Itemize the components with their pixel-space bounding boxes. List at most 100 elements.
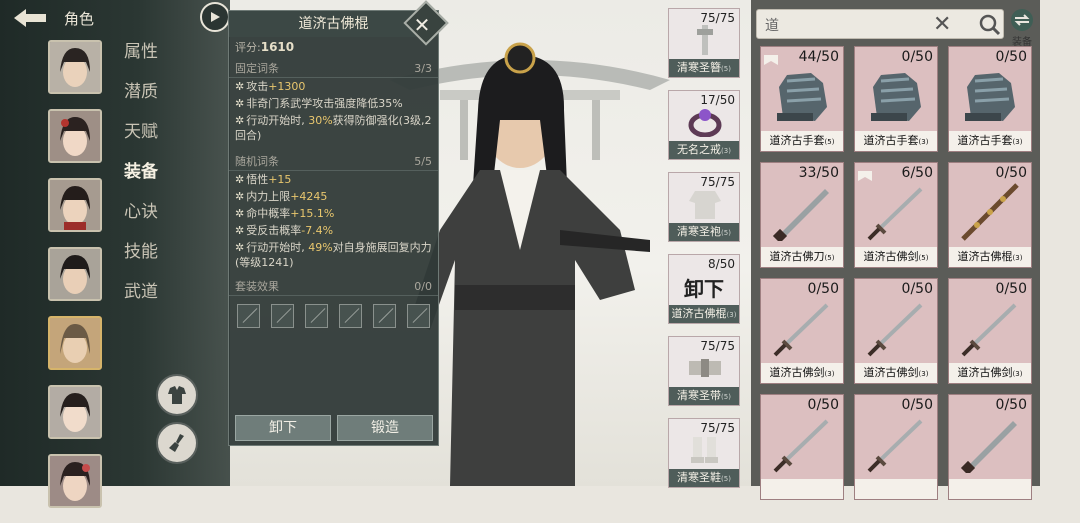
score-label: 评分:: [235, 41, 261, 54]
inventory-item[interactable]: 0/50 道济古手套(3): [948, 46, 1032, 152]
durability-count: 0/50: [807, 281, 839, 297]
broom-icon: [169, 434, 184, 452]
item-level: (3): [1012, 370, 1023, 378]
menu-item-potential[interactable]: 潜质: [124, 82, 158, 122]
durability-count: 8/50: [708, 257, 735, 271]
page-title: 角色: [64, 9, 95, 28]
close-icon[interactable]: ✕: [410, 13, 434, 37]
equipped-item-name: 道济古佛棍(3): [669, 305, 739, 323]
character-portrait-selected[interactable]: [48, 316, 102, 370]
inventory-item-name: 道济古手套(3): [855, 131, 937, 151]
inventory-item-name: [855, 479, 937, 499]
item-level: (3): [918, 370, 929, 378]
inventory-item[interactable]: 44/50 道济古手套(5): [760, 46, 844, 152]
inventory-item[interactable]: 0/50: [760, 394, 844, 500]
menu-item-attributes[interactable]: 属性: [124, 42, 158, 82]
set-slot: [339, 304, 362, 328]
play-icon: [211, 12, 220, 22]
equipped-slot[interactable]: 75/75 清寒圣带(5): [668, 336, 740, 406]
equipped-item-name: 清寒圣带(5): [669, 387, 739, 405]
unequip-button[interactable]: 卸下: [235, 415, 331, 441]
equipped-items-column: 75/75 清寒圣簪(5) 17/50 无名之戒(3) 75/75 清寒圣袍(5) 8/50…: [668, 8, 740, 500]
item-detail-popup: 道济古佛棍 ✕ 评分:1610 固定词条 3/3 ✲ 攻击+1300 ✲ 非奇门系武学…: [228, 0, 449, 446]
popup-actions: 卸下 锻造: [235, 415, 433, 441]
sword-icon: [769, 299, 835, 357]
durability-count: 75/75: [700, 11, 735, 25]
fixed-attribute: ✲ 行动开始时, 30%获得防御强化(3级,2回合): [235, 114, 432, 142]
sword-icon: [769, 415, 835, 473]
fixed-attribute: ✲ 非奇门系武学攻击强度降低35%: [235, 97, 403, 110]
inventory-item[interactable]: 0/50: [948, 394, 1032, 500]
random-attributes-list: ✲ 悟性+15 ✲ 内力上限+4245 ✲ 命中概率+15.1% ✲ 受反击概率-7.4% ✲ 行…: [229, 171, 438, 271]
character-portrait[interactable]: [48, 247, 102, 301]
durability-count: 0/50: [807, 397, 839, 413]
sword-icon: [957, 299, 1023, 357]
unequip-overlay-label[interactable]: 卸下: [669, 273, 739, 302]
menu-item-mind-art[interactable]: 心诀: [124, 202, 158, 242]
item-level: (5): [824, 138, 835, 146]
right-strip: [1040, 0, 1080, 486]
set-slot: [373, 304, 396, 328]
inventory-item[interactable]: 0/50 道济古佛剑(3): [948, 278, 1032, 384]
item-level: (3): [1012, 138, 1023, 146]
glove-icon: [957, 67, 1023, 125]
inventory-item[interactable]: 0/50: [854, 394, 938, 500]
random-attribute: ✲ 悟性+15: [235, 173, 292, 186]
menu-item-talent[interactable]: 天赋: [124, 122, 158, 162]
inventory-item[interactable]: 0/50 道济古佛剑(3): [854, 278, 938, 384]
durability-count: 33/50: [798, 165, 839, 181]
fixed-attributes-list: ✲ 攻击+1300 ✲ 非奇门系武学攻击强度降低35% ✲ 行动开始时, 30%获得防御强…: [229, 78, 438, 144]
durability-count: 17/50: [700, 93, 735, 107]
equip-toggle-button[interactable]: 装备: [1006, 8, 1038, 48]
sword-icon: [863, 299, 929, 357]
item-level: (3): [1012, 254, 1023, 262]
inventory-item-name: 道济古佛剑(3): [761, 363, 843, 383]
robe-icon: [687, 189, 723, 219]
equipped-slot[interactable]: 8/50 卸下道济古佛棍(3): [668, 254, 740, 324]
menu-item-equipment[interactable]: 装备: [124, 162, 158, 202]
character-portrait[interactable]: [48, 40, 102, 94]
inventory-item-name: 道济古手套(5): [761, 131, 843, 151]
search-box[interactable]: 道 ✕: [756, 9, 1004, 39]
forge-button[interactable]: 锻造: [337, 415, 433, 441]
menu-item-martial-way[interactable]: 武道: [124, 282, 158, 322]
random-attributes-count: 5/5: [414, 155, 432, 168]
inventory-item-name: 道济古佛剑(5): [855, 247, 937, 267]
set-effect-title: 套装效果: [235, 280, 279, 293]
shoes-icon: [687, 435, 723, 465]
sword-icon: [863, 183, 929, 241]
fixed-attributes-count: 3/3: [414, 62, 432, 75]
character-portrait[interactable]: [48, 178, 102, 232]
durability-count: 75/75: [700, 175, 735, 189]
back-button[interactable]: [6, 3, 54, 33]
inventory-item[interactable]: 6/50 道济古佛剑(5): [854, 162, 938, 268]
character-sidebar: 角色 属性 潜质 天赋 装备 心诀 技能 武道: [0, 0, 230, 508]
durability-count: 44/50: [798, 49, 839, 65]
character-portrait[interactable]: [48, 454, 102, 508]
character-menu: 属性 潜质 天赋 装备 心诀 技能 武道: [124, 42, 158, 322]
item-level: (3): [721, 147, 731, 155]
equipped-slot[interactable]: 75/75 清寒圣簪(5): [668, 8, 740, 78]
equipped-slot[interactable]: 75/75 清寒圣袍(5): [668, 172, 740, 242]
outfit-button[interactable]: [156, 374, 198, 416]
equipped-slot[interactable]: 17/50 无名之戒(3): [668, 90, 740, 160]
item-level: (5): [824, 254, 835, 262]
menu-item-skills[interactable]: 技能: [124, 242, 158, 282]
inventory-item-name: [761, 479, 843, 499]
inventory-grid: 44/50 道济古手套(5) 0/50 道济古手套(3) 0/50 道济古手套(3) 33/…: [760, 46, 1032, 500]
clear-search-icon[interactable]: ✕: [933, 12, 951, 37]
set-effect-header: 套装效果 0/0: [229, 279, 438, 296]
inventory-item[interactable]: 0/50 道济古佛棍(3): [948, 162, 1032, 268]
inventory-item[interactable]: 0/50 道济古佛剑(3): [760, 278, 844, 384]
durability-count: 0/50: [901, 49, 933, 65]
item-level: (5): [721, 393, 731, 401]
inventory-item[interactable]: 33/50 道济古佛刀(5): [760, 162, 844, 268]
play-button[interactable]: [200, 2, 230, 32]
character-portrait[interactable]: [48, 109, 102, 163]
equipped-slot[interactable]: 75/75 清寒圣鞋(5): [668, 418, 740, 488]
search-input[interactable]: 道: [765, 15, 779, 35]
clean-button[interactable]: [156, 422, 198, 464]
character-portrait[interactable]: [48, 385, 102, 439]
inventory-item[interactable]: 0/50 道济古手套(3): [854, 46, 938, 152]
search-icon[interactable]: [978, 13, 1002, 37]
